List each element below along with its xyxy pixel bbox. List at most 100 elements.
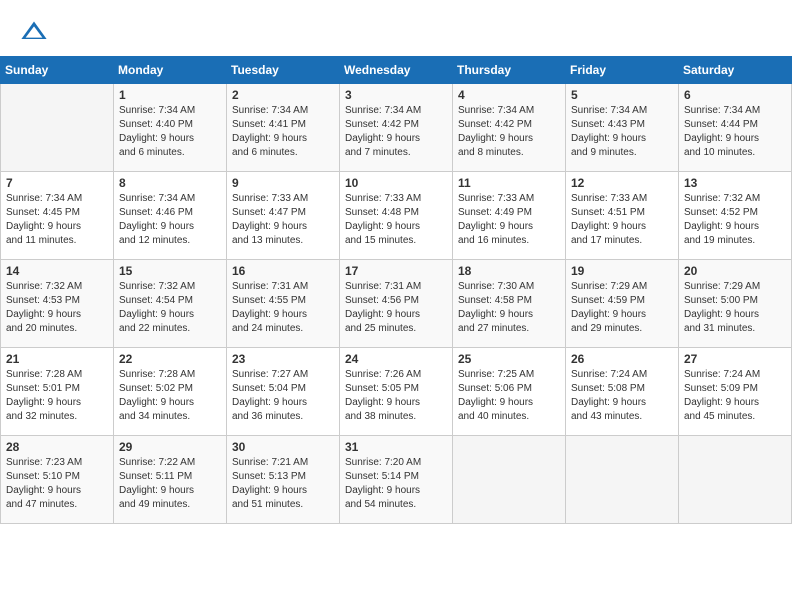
day-info-line: Daylight: 9 hours — [119, 220, 221, 234]
day-info-line: Daylight: 9 hours — [345, 308, 447, 322]
day-number: 3 — [345, 88, 447, 102]
day-info-line: Sunrise: 7:34 AM — [232, 104, 334, 118]
day-info-line: Daylight: 9 hours — [684, 220, 786, 234]
day-number: 6 — [684, 88, 786, 102]
day-info: Sunrise: 7:24 AMSunset: 5:09 PMDaylight:… — [684, 368, 786, 424]
day-number: 29 — [119, 440, 221, 454]
day-info: Sunrise: 7:27 AMSunset: 5:04 PMDaylight:… — [232, 368, 334, 424]
calendar-day-10: 10Sunrise: 7:33 AMSunset: 4:48 PMDayligh… — [340, 172, 453, 260]
day-info: Sunrise: 7:32 AMSunset: 4:52 PMDaylight:… — [684, 192, 786, 248]
calendar-day-3: 3 Sunrise: 7:34 AMSunset: 4:42 PMDaylight… — [340, 84, 453, 172]
day-info-line: Sunrise: 7:21 AM — [232, 456, 334, 470]
day-info-line: Daylight: 9 hours — [232, 220, 334, 234]
day-number: 8 — [119, 176, 221, 190]
day-info-line: Sunset: 4:52 PM — [684, 206, 786, 220]
day-info: Sunrise: 7:31 AMSunset: 4:55 PMDaylight:… — [232, 280, 334, 336]
day-info-line: and 15 minutes. — [345, 234, 447, 248]
day-info-line: Daylight: 9 hours — [119, 396, 221, 410]
day-info: Sunrise: 7:29 AMSunset: 4:59 PMDaylight:… — [571, 280, 673, 336]
day-info: Sunrise: 7:26 AMSunset: 5:05 PMDaylight:… — [345, 368, 447, 424]
calendar-day-25: 25Sunrise: 7:25 AMSunset: 5:06 PMDayligh… — [453, 348, 566, 436]
calendar-day-24: 24Sunrise: 7:26 AMSunset: 5:05 PMDayligh… — [340, 348, 453, 436]
day-info-line: and 24 minutes. — [232, 322, 334, 336]
day-info: Sunrise: 7:28 AMSunset: 5:01 PMDaylight:… — [6, 368, 108, 424]
calendar-day-11: 11Sunrise: 7:33 AMSunset: 4:49 PMDayligh… — [453, 172, 566, 260]
day-number: 30 — [232, 440, 334, 454]
calendar-day-29: 29 Sunrise: 7:22 AMSunset: 5:11 PMDayligh… — [114, 436, 227, 524]
weekday-header-monday: Monday — [114, 57, 227, 84]
calendar-day-6: 6Sunrise: 7:34 AMSunset: 4:44 PMDaylight… — [679, 84, 792, 172]
day-info: Sunrise: 7:34 AMSunset: 4:43 PMDaylight:… — [571, 104, 673, 160]
calendar-week-5: 28Sunrise: 7:23 AMSunset: 5:10 PMDayligh… — [1, 436, 792, 524]
day-info-line: Sunset: 4:54 PM — [119, 294, 221, 308]
day-info-line: Sunrise: 7:32 AM — [119, 280, 221, 294]
day-info-line: Sunset: 4:51 PM — [571, 206, 673, 220]
day-info: Sunrise: 7:34 AMSunset: 4:41 PMDaylight:… — [232, 104, 334, 160]
day-number: 26 — [571, 352, 673, 366]
day-info-line: Sunrise: 7:34 AM — [458, 104, 560, 118]
day-info-line: Daylight: 9 hours — [232, 396, 334, 410]
day-info: Sunrise: 7:34 AMSunset: 4:42 PMDaylight:… — [458, 104, 560, 160]
day-info-line: Sunrise: 7:31 AM — [345, 280, 447, 294]
day-info-line: Daylight: 9 hours — [571, 220, 673, 234]
day-number: 25 — [458, 352, 560, 366]
day-info-line: Daylight: 9 hours — [345, 220, 447, 234]
weekday-header-sunday: Sunday — [1, 57, 114, 84]
logo-icon — [20, 18, 48, 46]
day-info-line: Sunrise: 7:24 AM — [571, 368, 673, 382]
day-info-line: Daylight: 9 hours — [345, 132, 447, 146]
day-info-line: Sunset: 4:53 PM — [6, 294, 108, 308]
day-info-line: and 10 minutes. — [684, 146, 786, 160]
day-info-line: Daylight: 9 hours — [684, 308, 786, 322]
day-info: Sunrise: 7:34 AMSunset: 4:45 PMDaylight:… — [6, 192, 108, 248]
day-number: 7 — [6, 176, 108, 190]
day-info-line: Sunset: 5:09 PM — [684, 382, 786, 396]
weekday-header-tuesday: Tuesday — [227, 57, 340, 84]
day-info-line: and 45 minutes. — [684, 410, 786, 424]
day-info-line: Daylight: 9 hours — [232, 484, 334, 498]
day-info-line: and 20 minutes. — [6, 322, 108, 336]
day-info-line: Sunset: 4:59 PM — [571, 294, 673, 308]
day-info-line: and 13 minutes. — [232, 234, 334, 248]
day-info-line: Sunrise: 7:20 AM — [345, 456, 447, 470]
day-info-line: Daylight: 9 hours — [684, 132, 786, 146]
calendar-empty — [566, 436, 679, 524]
day-info: Sunrise: 7:34 AMSunset: 4:46 PMDaylight:… — [119, 192, 221, 248]
day-info-line: and 36 minutes. — [232, 410, 334, 424]
day-info: Sunrise: 7:22 AMSunset: 5:11 PMDaylight:… — [119, 456, 221, 512]
day-info: Sunrise: 7:23 AMSunset: 5:10 PMDaylight:… — [6, 456, 108, 512]
calendar-day-14: 14Sunrise: 7:32 AMSunset: 4:53 PMDayligh… — [1, 260, 114, 348]
day-info-line: Sunset: 4:42 PM — [345, 118, 447, 132]
calendar-empty — [679, 436, 792, 524]
day-info-line: Sunrise: 7:34 AM — [345, 104, 447, 118]
day-info: Sunrise: 7:24 AMSunset: 5:08 PMDaylight:… — [571, 368, 673, 424]
day-info: Sunrise: 7:32 AMSunset: 4:54 PMDaylight:… — [119, 280, 221, 336]
day-info-line: and 34 minutes. — [119, 410, 221, 424]
day-info-line: and 17 minutes. — [571, 234, 673, 248]
calendar-day-1: 1Sunrise: 7:34 AMSunset: 4:40 PMDaylight… — [114, 84, 227, 172]
day-info-line: Daylight: 9 hours — [571, 132, 673, 146]
day-number: 21 — [6, 352, 108, 366]
day-info-line: Sunset: 4:49 PM — [458, 206, 560, 220]
day-info-line: and 31 minutes. — [684, 322, 786, 336]
calendar-day-9: 9Sunrise: 7:33 AMSunset: 4:47 PMDaylight… — [227, 172, 340, 260]
day-info-line: and 51 minutes. — [232, 498, 334, 512]
calendar-day-23: 23Sunrise: 7:27 AMSunset: 5:04 PMDayligh… — [227, 348, 340, 436]
day-info-line: and 38 minutes. — [345, 410, 447, 424]
day-info-line: Daylight: 9 hours — [119, 484, 221, 498]
calendar-empty — [453, 436, 566, 524]
day-info-line: Sunrise: 7:32 AM — [684, 192, 786, 206]
day-info-line: Daylight: 9 hours — [232, 132, 334, 146]
day-info: Sunrise: 7:21 AMSunset: 5:13 PMDaylight:… — [232, 456, 334, 512]
day-info-line: Daylight: 9 hours — [684, 396, 786, 410]
day-info-line: Sunrise: 7:25 AM — [458, 368, 560, 382]
day-info-line: Sunrise: 7:30 AM — [458, 280, 560, 294]
day-info-line: Sunrise: 7:26 AM — [345, 368, 447, 382]
day-info-line: and 12 minutes. — [119, 234, 221, 248]
day-info-line: Sunrise: 7:29 AM — [684, 280, 786, 294]
day-info: Sunrise: 7:34 AMSunset: 4:42 PMDaylight:… — [345, 104, 447, 160]
day-info-line: Sunset: 5:05 PM — [345, 382, 447, 396]
day-info: Sunrise: 7:33 AMSunset: 4:48 PMDaylight:… — [345, 192, 447, 248]
day-info-line: Sunrise: 7:33 AM — [232, 192, 334, 206]
day-info-line: Sunrise: 7:29 AM — [571, 280, 673, 294]
